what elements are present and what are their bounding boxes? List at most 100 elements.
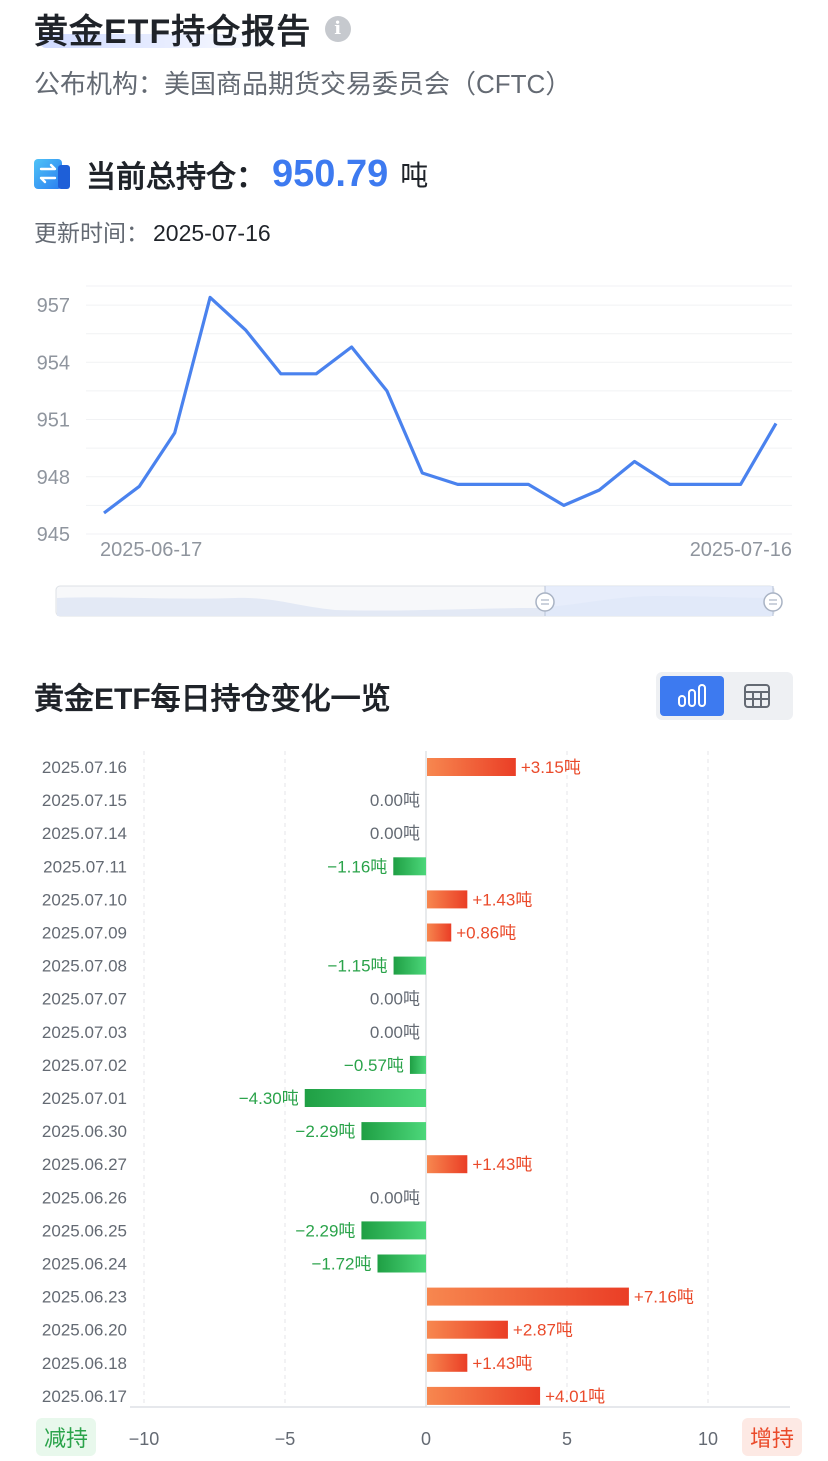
bar-value-label: −2.29吨 bbox=[295, 1221, 355, 1240]
x-tick-label: 5 bbox=[562, 1429, 572, 1449]
line-point[interactable] bbox=[346, 341, 358, 353]
decrease-bar[interactable] bbox=[304, 1089, 426, 1107]
line-point[interactable] bbox=[770, 417, 782, 429]
bar-value-label: +4.01吨 bbox=[545, 1387, 605, 1406]
transfer-icon bbox=[34, 159, 70, 189]
bar-value-label: +0.86吨 bbox=[456, 924, 516, 943]
category-label: 2025.06.26 bbox=[42, 1188, 127, 1207]
line-point[interactable] bbox=[239, 324, 251, 336]
y-tick-label: 954 bbox=[37, 352, 70, 374]
increase-bar[interactable] bbox=[427, 1287, 629, 1306]
line-point[interactable] bbox=[275, 368, 287, 380]
line-point[interactable] bbox=[487, 478, 499, 490]
increase-bar[interactable] bbox=[427, 1353, 468, 1372]
update-label: 更新时间： bbox=[34, 220, 149, 246]
x-tick-label: 10 bbox=[698, 1429, 718, 1449]
y-tick-label: 948 bbox=[37, 467, 70, 489]
increase-bar[interactable] bbox=[427, 1155, 468, 1174]
page-title-row: 黄金ETF持仓报告 i bbox=[34, 4, 352, 53]
decrease-bar[interactable] bbox=[361, 1122, 426, 1141]
line-point[interactable] bbox=[98, 507, 110, 519]
category-label: 2025.07.14 bbox=[42, 824, 127, 843]
decrease-legend: 减持 bbox=[36, 1418, 97, 1456]
holding-unit: 吨 bbox=[400, 160, 429, 191]
category-label: 2025.06.18 bbox=[42, 1354, 127, 1373]
decrease-bar[interactable] bbox=[393, 857, 426, 876]
slider-handle-right[interactable] bbox=[763, 592, 783, 612]
x-tick-label: −10 bbox=[129, 1429, 160, 1449]
increase-bar[interactable] bbox=[427, 890, 468, 909]
decrease-bar[interactable] bbox=[409, 1055, 426, 1074]
decrease-bar[interactable] bbox=[361, 1221, 426, 1240]
section-title: 黄金ETF每日持仓变化一览 bbox=[34, 683, 391, 716]
y-tick-label: 951 bbox=[37, 410, 70, 432]
increase-bar[interactable] bbox=[427, 1386, 541, 1405]
x-tick-label: 2025-07-16 bbox=[690, 539, 792, 561]
category-label: 2025.07.03 bbox=[42, 1023, 127, 1042]
slider-handle-left[interactable] bbox=[535, 592, 555, 612]
holding-line-chart: 945 948 951 954 957 2025-06-17 2025-07-16 bbox=[37, 285, 792, 561]
update-time: 更新时间： 2025-07-16 bbox=[34, 214, 271, 248]
x-tick-label: 0 bbox=[421, 1429, 431, 1449]
bar-chart-icon bbox=[678, 684, 706, 707]
line-point[interactable] bbox=[699, 478, 711, 490]
increase-bar[interactable] bbox=[427, 923, 452, 942]
line-point[interactable] bbox=[664, 478, 676, 490]
holding-value: 950.79 bbox=[272, 152, 389, 195]
table-view-button[interactable] bbox=[725, 676, 789, 716]
line-point[interactable] bbox=[593, 484, 605, 496]
bar-value-label: 0.00吨 bbox=[370, 990, 420, 1009]
category-label: 2025.06.25 bbox=[42, 1221, 127, 1240]
bar-view-button[interactable] bbox=[660, 676, 724, 716]
line-point[interactable] bbox=[381, 385, 393, 397]
category-label: 2025.06.27 bbox=[42, 1155, 127, 1174]
bar-value-label: −1.16吨 bbox=[327, 857, 387, 876]
increase-legend: 增持 bbox=[742, 1418, 803, 1456]
line-point[interactable] bbox=[735, 478, 747, 490]
category-label: 2025.07.16 bbox=[42, 758, 127, 777]
bar-value-label: −1.72吨 bbox=[311, 1255, 371, 1274]
x-tick-label: 2025-06-17 bbox=[100, 539, 202, 561]
view-toggle bbox=[656, 672, 793, 720]
y-tick-label: 957 bbox=[37, 295, 70, 317]
increase-bar[interactable] bbox=[427, 758, 516, 776]
holding-label: 当前总持仓： bbox=[86, 161, 266, 194]
bar-value-label: +7.16吨 bbox=[634, 1288, 694, 1307]
increase-bar[interactable] bbox=[427, 1320, 508, 1339]
category-label: 2025.06.30 bbox=[42, 1122, 127, 1141]
line-point[interactable] bbox=[310, 368, 322, 380]
line-point[interactable] bbox=[629, 456, 641, 468]
bar-value-label: −0.57吨 bbox=[344, 1056, 404, 1075]
line-point[interactable] bbox=[204, 291, 216, 303]
decrease-bar[interactable] bbox=[377, 1254, 426, 1273]
category-label: 2025.07.02 bbox=[42, 1056, 127, 1075]
info-icon[interactable]: i bbox=[325, 15, 352, 42]
category-label: 2025.07.15 bbox=[42, 791, 127, 810]
zoom-slider[interactable] bbox=[55, 584, 785, 620]
daily-change-bar-chart: −10 −5 0 5 10 2025.07.16 +3.15吨 2025.07.15 0.00吨… bbox=[42, 751, 790, 1449]
decrease-bar[interactable] bbox=[393, 956, 426, 975]
current-holding: 当前总持仓： 950.79 吨 bbox=[34, 152, 428, 196]
category-label: 2025.06.24 bbox=[42, 1255, 127, 1274]
line-point[interactable] bbox=[452, 478, 464, 490]
category-label: 2025.07.01 bbox=[42, 1089, 127, 1108]
category-label: 2025.07.11 bbox=[43, 857, 127, 876]
y-tick-label: 945 bbox=[37, 524, 70, 546]
bar-value-label: 0.00吨 bbox=[370, 824, 420, 843]
bar-value-label: 0.00吨 bbox=[370, 1023, 420, 1042]
page-title: 黄金ETF持仓报告 bbox=[34, 13, 312, 51]
line-point[interactable] bbox=[558, 499, 570, 511]
category-label: 2025.07.07 bbox=[42, 990, 127, 1009]
line-point[interactable] bbox=[522, 478, 534, 490]
category-label: 2025.06.23 bbox=[42, 1288, 127, 1307]
line-point[interactable] bbox=[169, 427, 181, 439]
line-point[interactable] bbox=[133, 480, 145, 492]
bar-value-label: −1.15吨 bbox=[328, 957, 388, 976]
bar-value-label: 0.00吨 bbox=[370, 1188, 420, 1207]
publisher-text: 公布机构：美国商品期货交易委员会（CFTC） bbox=[34, 69, 572, 99]
category-label: 2025.06.17 bbox=[42, 1387, 127, 1406]
x-tick-label: −5 bbox=[275, 1429, 296, 1449]
bar-value-label: +1.43吨 bbox=[472, 1155, 532, 1174]
update-date: 2025-07-16 bbox=[153, 220, 271, 246]
line-point[interactable] bbox=[416, 467, 428, 479]
